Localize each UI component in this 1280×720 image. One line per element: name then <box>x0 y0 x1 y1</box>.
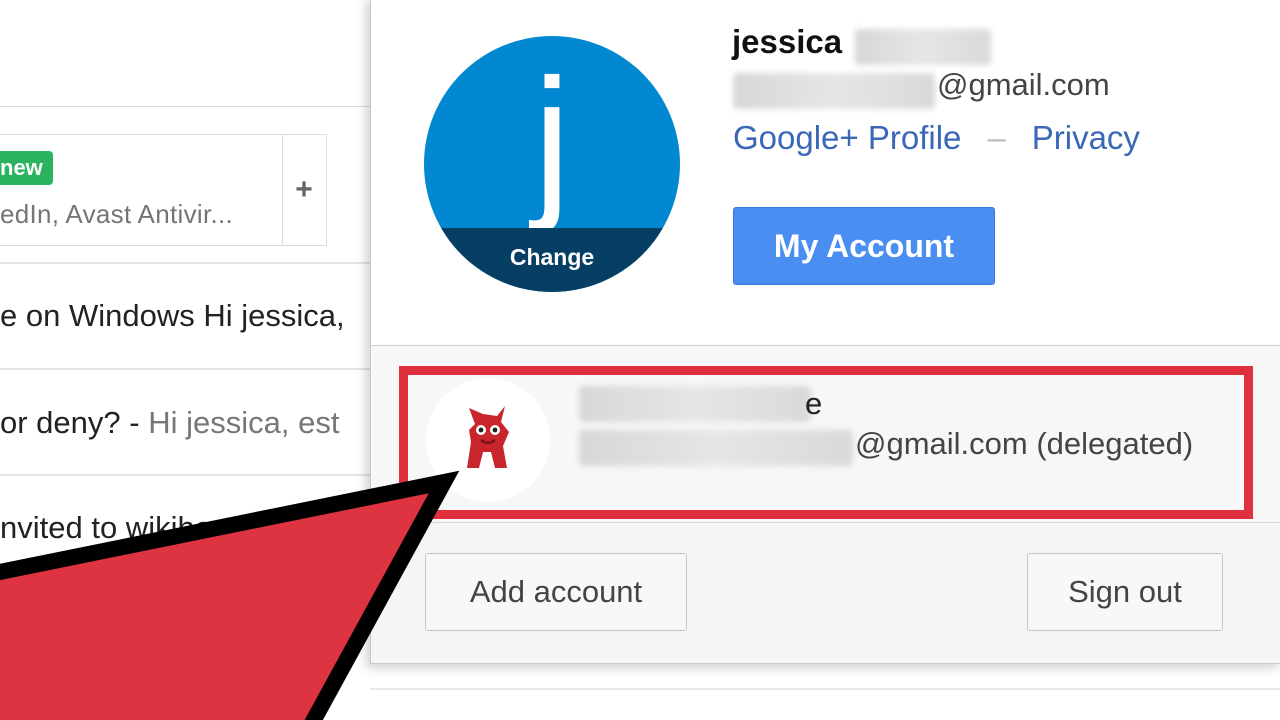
popup-footer: Add account Sign out <box>371 523 1280 663</box>
google-plus-profile-link[interactable]: Google+ Profile <box>733 119 961 156</box>
toolbar-divider <box>0 106 370 107</box>
inbox-tab-strip: new edIn, Avast Antivir... + <box>0 134 327 246</box>
mail-row[interactable]: nvited to wikihow <box>0 510 370 546</box>
row-divider <box>0 262 370 264</box>
redacted-surname <box>855 29 991 65</box>
mail-subject: or deny? - <box>0 405 149 440</box>
link-separator: – <box>987 119 1006 156</box>
add-account-button[interactable]: Add account <box>425 553 687 631</box>
account-email: @gmail.com <box>937 67 1110 102</box>
add-tab-icon[interactable]: + <box>282 135 326 245</box>
my-account-button[interactable]: My Account <box>733 207 995 285</box>
privacy-link[interactable]: Privacy <box>1032 119 1140 156</box>
profile-avatar[interactable]: j Change <box>424 36 680 292</box>
profile-links: Google+ Profile – Privacy <box>733 119 1140 157</box>
mail-snippet: Hi jessica, est <box>148 405 340 440</box>
mail-subject: nvited to wikihow <box>0 510 235 545</box>
row-divider <box>0 368 370 370</box>
inbox-tab[interactable]: new edIn, Avast Antivir... <box>0 135 282 245</box>
avatar-initial: j <box>533 44 571 234</box>
row-divider <box>370 688 1280 690</box>
mail-row[interactable]: or deny? - Hi jessica, est <box>0 405 370 441</box>
tab-senders-preview: edIn, Avast Antivir... <box>0 199 234 229</box>
new-badge: new <box>0 151 53 185</box>
change-photo-button[interactable]: Change <box>424 228 680 292</box>
row-divider <box>0 474 370 476</box>
account-switcher-popup: j Change jessica @gmail.com Google+ Prof… <box>370 0 1280 664</box>
sign-out-button[interactable]: Sign out <box>1027 553 1223 631</box>
highlight-box <box>399 366 1253 519</box>
mail-row[interactable]: e on Windows Hi jessica, <box>0 298 370 334</box>
redacted-email-user <box>733 73 935 109</box>
delegated-account-section[interactable]: e @gmail.com (delegated) <box>371 346 1280 523</box>
mail-subject: e on Windows Hi jessica, <box>0 298 345 333</box>
account-name: jessica <box>732 23 843 60</box>
current-account-section: j Change jessica @gmail.com Google+ Prof… <box>371 0 1280 346</box>
